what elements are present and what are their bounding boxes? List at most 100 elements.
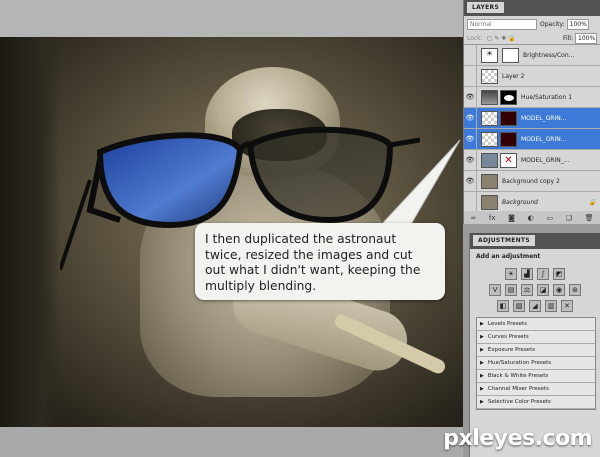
lock-label: Lock: (467, 34, 483, 42)
photo-filter-icon[interactable]: ◉ (553, 284, 565, 296)
tutorial-callout: I then duplicated the astronaut twice, r… (195, 223, 445, 300)
layer-name: Layer 2 (502, 72, 525, 80)
selective-color-icon[interactable]: ✕ (561, 300, 573, 312)
tab-adjustments[interactable]: ADJUSTMENTS (473, 235, 535, 246)
vibrance-icon[interactable]: V (489, 284, 501, 296)
layer-row[interactable]: Background 🔒 (464, 191, 600, 213)
fx-icon[interactable]: fx (489, 214, 496, 222)
layer-mask-thumb: ✕ (500, 152, 517, 168)
preset-item-hue-saturation[interactable]: ▶ Hue/Saturation Presets (477, 357, 595, 370)
preset-item-channel-mixer[interactable]: ▶ Channel Mixer Presets (477, 383, 595, 396)
adjustments-title: Add an adjustment (476, 253, 541, 260)
layer-thumb (481, 110, 498, 126)
layer-thumb (481, 131, 498, 147)
gradient-map-icon[interactable]: ▥ (545, 300, 557, 312)
layer-mask-thumb (500, 110, 517, 126)
document-canvas: I then duplicated the astronaut twice, r… (0, 0, 463, 457)
layer-name: Background copy 2 (502, 177, 560, 185)
layer-name: MODEL_GRIN... (521, 135, 567, 143)
layer-mask-thumb (500, 89, 517, 105)
preset-label: Curves Presets (487, 334, 529, 340)
new-group-icon[interactable]: ▭ (546, 214, 553, 222)
triangle-right-icon: ▶ (480, 321, 484, 327)
preset-label: Hue/Saturation Presets (487, 360, 552, 366)
triangle-right-icon: ▶ (480, 360, 484, 366)
hue-saturation-icon[interactable]: ▤ (505, 284, 517, 296)
preset-label: Channel Mixer Presets (487, 386, 549, 392)
triangle-right-icon: ▶ (480, 334, 484, 340)
preset-label: Exposure Presets (487, 347, 536, 353)
opacity-label: Opacity: (540, 20, 565, 28)
adjustment-layer-icon[interactable]: ◐ (528, 214, 534, 222)
layer-row[interactable]: 👁 Hue/Saturation 1 (464, 86, 600, 108)
preset-item-black-white[interactable]: ▶ Black & White Presets (477, 370, 595, 383)
channel-mixer-icon[interactable]: ⊛ (569, 284, 581, 296)
invert-icon[interactable]: ◧ (497, 300, 509, 312)
visibility-toggle[interactable] (464, 44, 477, 66)
layer-row[interactable]: 👁 MODEL_GRIN... (464, 128, 600, 150)
trash-icon[interactable]: 🗑 (585, 214, 594, 222)
preset-label: Selective Color Presets (487, 399, 551, 405)
preset-label: Levels Presets (487, 321, 528, 327)
layer-name: MODEL_GRIN_... (521, 156, 570, 164)
adjustment-icon (481, 89, 498, 105)
eye-icon[interactable]: 👁 (464, 128, 477, 150)
visibility-toggle[interactable] (464, 65, 477, 87)
opacity-field[interactable]: 100% (566, 18, 589, 30)
preset-item-curves[interactable]: ▶ Curves Presets (477, 331, 595, 344)
eye-icon[interactable]: 👁 (464, 107, 477, 129)
watermark-logo: pxleyes.com (443, 426, 592, 451)
brightness-icon[interactable]: ☀ (505, 268, 517, 280)
layers-panel: LAYERS Normal Opacity: 100% Lock: ▢ ✎ ✚ … (463, 0, 600, 224)
adjustments-panel: ADJUSTMENTS Add an adjustment ☀ ▟ ∫ ◩ V … (469, 233, 600, 457)
layer-mask-thumb (502, 47, 519, 63)
triangle-right-icon: ▶ (480, 399, 484, 405)
lock-icons[interactable]: ▢ ✎ ✚ 🔒 (487, 35, 516, 42)
layer-name: Background (502, 198, 538, 206)
preset-item-selective-color[interactable]: ▶ Selective Color Presets (477, 396, 595, 409)
callout-text: I then duplicated the astronaut twice, r… (205, 232, 421, 293)
triangle-right-icon: ▶ (480, 386, 484, 392)
adjustment-icon: ☀ (481, 47, 498, 63)
threshold-icon[interactable]: ◢ (529, 300, 541, 312)
layer-row[interactable]: 👁 ✕ MODEL_GRIN_... (464, 149, 600, 171)
layer-row[interactable]: 👁 Background copy 2 (464, 170, 600, 192)
posterize-icon[interactable]: ▨ (513, 300, 525, 312)
layer-name: Brightness/Con... (523, 51, 575, 59)
eye-icon[interactable]: 👁 (464, 149, 477, 171)
lock-icon: 🔒 (588, 198, 596, 206)
layer-row[interactable]: 👁 MODEL_GRIN... (464, 107, 600, 129)
layer-row[interactable]: ☀ Brightness/Con... (464, 44, 600, 66)
layers-panel-header: LAYERS (464, 0, 600, 16)
layers-toolbar: ∞ fx ◙ ◐ ▭ ❏ 🗑 (464, 211, 600, 224)
layer-thumb (481, 194, 498, 210)
adjustments-panel-header: ADJUSTMENTS (470, 233, 600, 249)
adjustment-presets-list: ▶ Levels Presets ▶ Curves Presets ▶ Exposur… (476, 317, 596, 410)
fill-field[interactable]: 100% (575, 32, 597, 44)
preset-label: Black & White Presets (487, 373, 549, 379)
add-mask-icon[interactable]: ◙ (508, 214, 515, 222)
visibility-toggle[interactable] (464, 191, 477, 213)
triangle-right-icon: ▶ (480, 373, 484, 379)
exposure-icon[interactable]: ◩ (553, 268, 565, 280)
tab-layers[interactable]: LAYERS (467, 2, 505, 13)
color-balance-icon[interactable]: ⚖ (521, 284, 533, 296)
layer-thumb (481, 152, 498, 168)
triangle-right-icon: ▶ (480, 347, 484, 353)
link-layers-icon[interactable]: ∞ (470, 214, 476, 222)
black-white-icon[interactable]: ◪ (537, 284, 549, 296)
blend-mode-select[interactable]: Normal (467, 18, 537, 30)
layer-row[interactable]: Layer 2 (464, 65, 600, 87)
layer-thumb (481, 173, 498, 189)
fill-label: Fill: (562, 34, 573, 42)
new-layer-icon[interactable]: ❏ (566, 214, 572, 222)
layer-mask-thumb (500, 131, 517, 147)
layer-name: MODEL_GRIN... (521, 114, 567, 122)
curves-icon[interactable]: ∫ (537, 268, 549, 280)
preset-item-levels[interactable]: ▶ Levels Presets (477, 318, 595, 331)
layer-name: Hue/Saturation 1 (521, 93, 573, 101)
preset-item-exposure[interactable]: ▶ Exposure Presets (477, 344, 595, 357)
eye-icon[interactable]: 👁 (464, 170, 477, 192)
eye-icon[interactable]: 👁 (464, 86, 477, 108)
levels-icon[interactable]: ▟ (521, 268, 533, 280)
